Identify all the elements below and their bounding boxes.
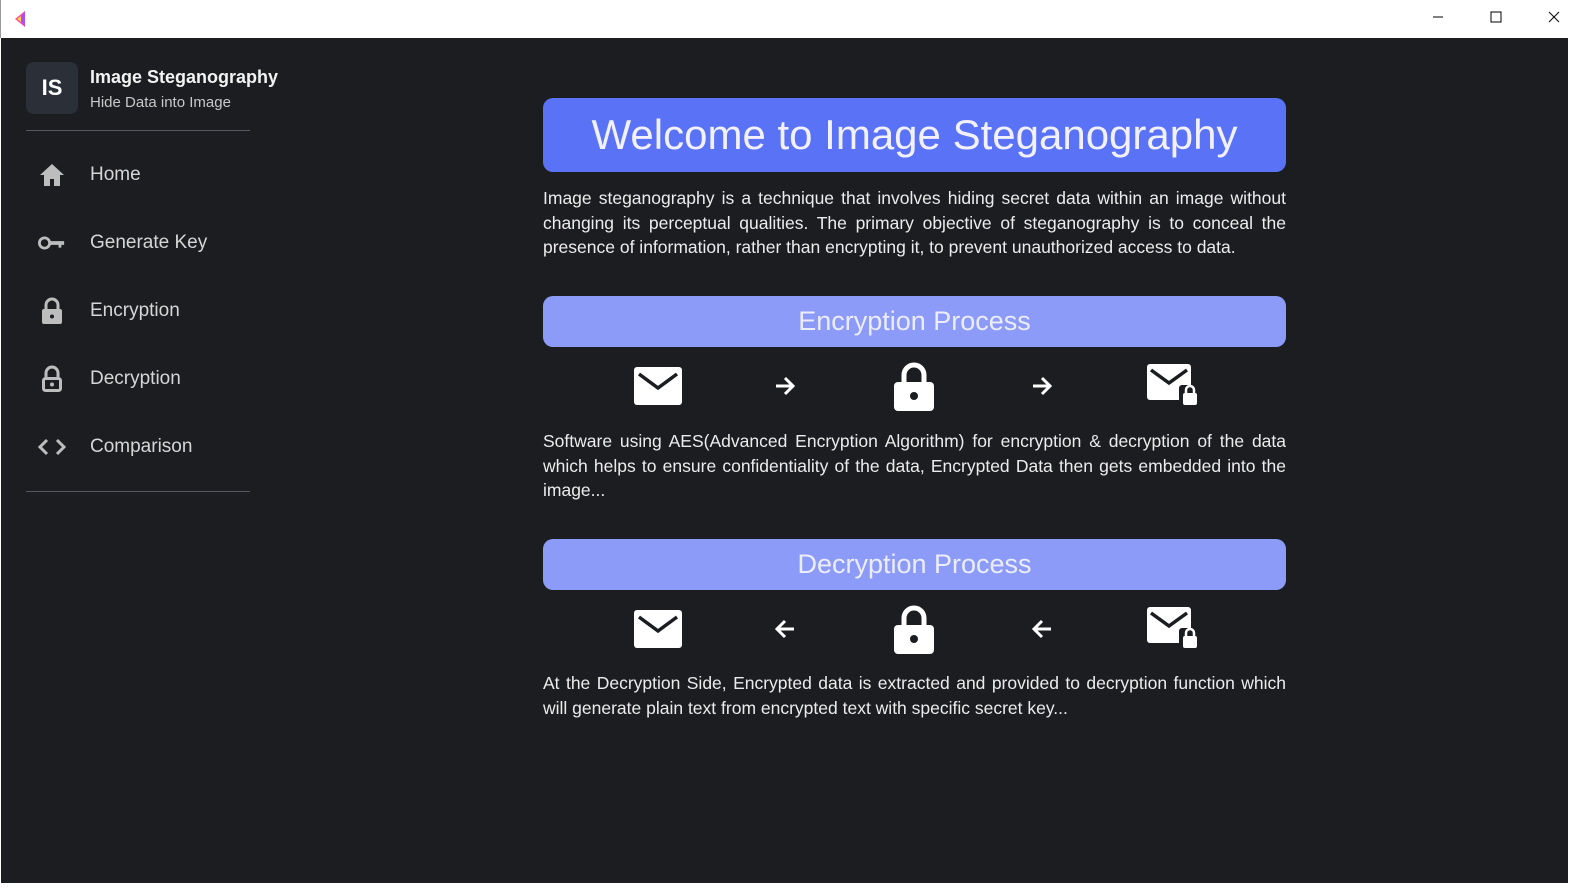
sidebar-item-label: Comparison (90, 436, 193, 457)
sidebar-item-label: Generate Key (90, 232, 208, 253)
lock-icon (893, 356, 935, 416)
avatar: IS (26, 62, 78, 114)
maximize-icon (1490, 10, 1502, 28)
mail-icon (633, 599, 683, 659)
app-subtitle: Hide Data into Image (90, 94, 231, 111)
key-icon (38, 229, 66, 257)
decryption-flow (543, 599, 1286, 659)
sidebar-item-decryption[interactable]: Decryption (26, 345, 250, 413)
minimize-icon (1432, 10, 1444, 28)
app-logo-icon (11, 9, 31, 29)
arrow-left-icon (1030, 599, 1054, 659)
sidebar-item-encryption[interactable]: Encryption (26, 277, 250, 345)
sidebar-item-label: Encryption (90, 300, 180, 321)
minimize-button[interactable] (1409, 0, 1467, 38)
title-bar (0, 0, 1584, 38)
decryption-description: At the Decryption Side, Encrypted data i… (543, 673, 1286, 718)
sidebar-item-comparison[interactable]: Comparison (26, 413, 250, 481)
sidebar-item-home[interactable]: Home (26, 141, 250, 209)
encryption-description: Software using AES(Advanced Encryption A… (543, 431, 1286, 501)
sidebar: IS Image Steganography Hide Data into Im… (26, 62, 278, 492)
app-title: Image Steganography (90, 67, 279, 87)
encryption-process-banner: Encryption Process (543, 296, 1286, 347)
window-border (1568, 0, 1584, 892)
sidebar-item-label: Decryption (90, 368, 181, 389)
sidebar-item-generate-key[interactable]: Generate Key (26, 209, 250, 277)
arrow-left-icon (773, 599, 797, 659)
arrow-right-icon (773, 356, 797, 416)
code-icon (38, 433, 66, 461)
brand-header: IS Image Steganography Hide Data into Im… (26, 62, 278, 130)
sidebar-item-label: Home (90, 164, 141, 185)
welcome-banner: Welcome to Image Steganography (543, 98, 1286, 172)
lock-icon (38, 297, 66, 325)
app-window: IS Image Steganography Hide Data into Im… (1, 38, 1568, 883)
sidebar-nav: Home Generate Key Encryption Decryption (26, 131, 250, 491)
close-icon (1548, 10, 1560, 28)
home-icon (38, 161, 66, 189)
mail-icon (633, 356, 683, 416)
encryption-flow (543, 356, 1286, 416)
mail-lock-icon (1147, 599, 1201, 659)
lock-icon (893, 599, 935, 659)
mail-lock-icon (1147, 356, 1201, 416)
maximize-button[interactable] (1467, 0, 1525, 38)
intro-paragraph: Image steganography is a technique that … (543, 188, 1286, 258)
unlock-icon (38, 365, 66, 393)
sidebar-divider-bottom (26, 491, 250, 492)
arrow-right-icon (1030, 356, 1054, 416)
decryption-process-banner: Decryption Process (543, 539, 1286, 590)
